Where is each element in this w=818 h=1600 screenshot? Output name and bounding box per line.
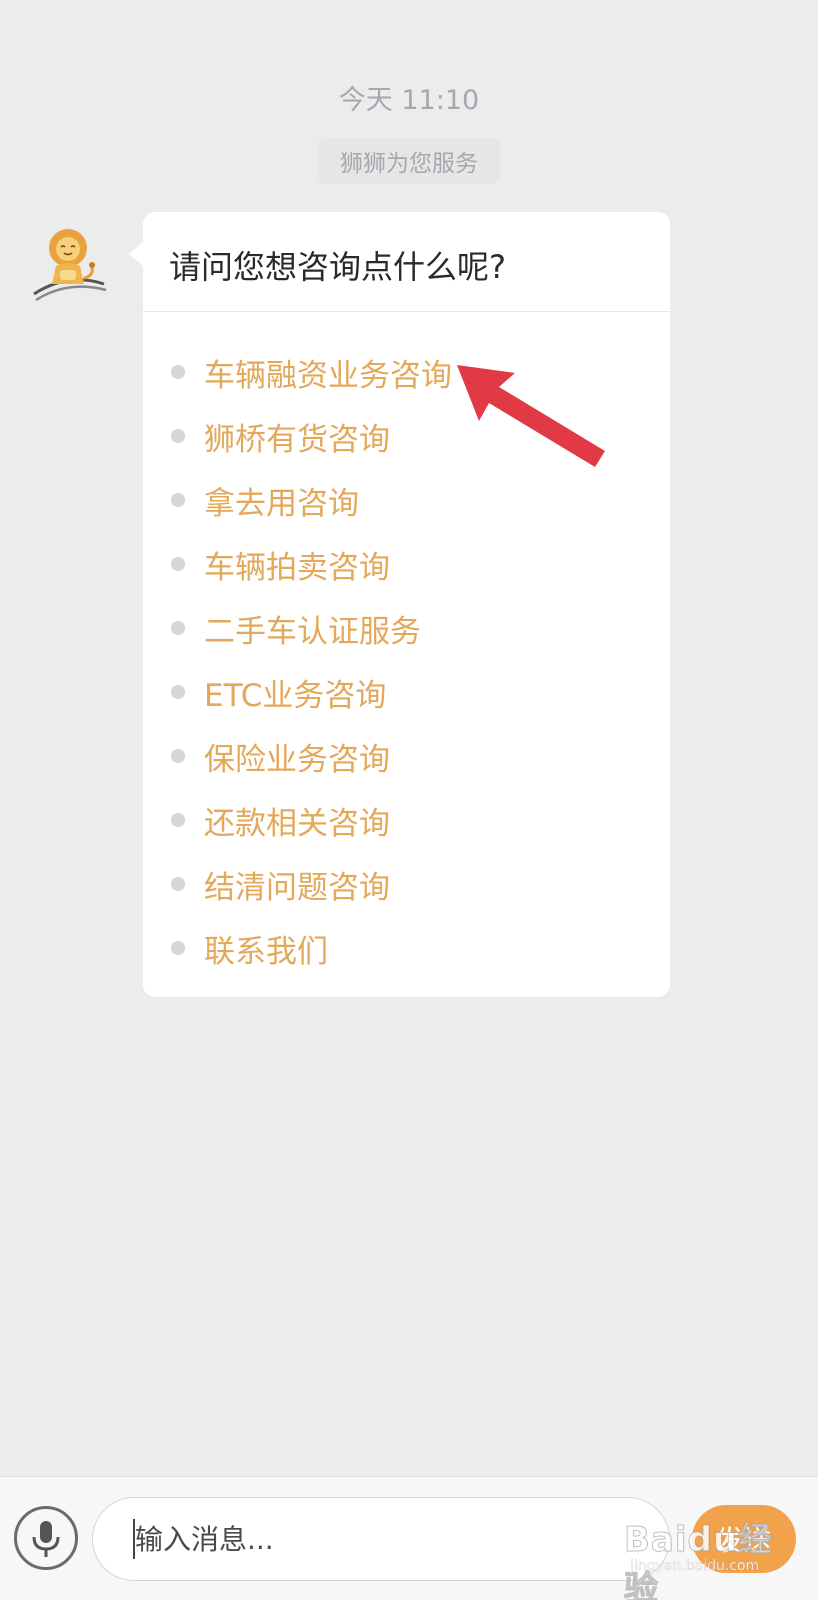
lion-mascot-icon: [33, 229, 107, 302]
message-timestamp: 今天 11:10: [338, 85, 480, 116]
quick-reply-option[interactable]: 拿去用咨询: [171, 468, 651, 532]
quick-reply-label: 车辆拍卖咨询: [204, 549, 390, 586]
quick-reply-label: 二手车认证服务: [204, 613, 421, 650]
microphone-icon: [32, 1521, 60, 1557]
quick-reply-option[interactable]: 结清问题咨询: [171, 852, 651, 916]
text-caret: [133, 1519, 135, 1559]
quick-reply-option[interactable]: 二手车认证服务: [171, 596, 651, 660]
quick-reply-label: 还款相关咨询: [204, 805, 390, 842]
bullet-dot-icon: [171, 621, 185, 635]
quick-reply-label: 保险业务咨询: [204, 741, 390, 778]
bullet-dot-icon: [171, 493, 185, 507]
quick-reply-label: 拿去用咨询: [204, 485, 359, 522]
quick-reply-label: 结清问题咨询: [204, 869, 390, 906]
quick-reply-option[interactable]: 还款相关咨询: [171, 788, 651, 852]
bullet-dot-icon: [171, 877, 185, 891]
system-notice: 狮狮为您服务: [318, 138, 500, 184]
bullet-dot-icon: [171, 429, 185, 443]
send-button[interactable]: 发送: [692, 1505, 796, 1573]
bot-question: 请问您想咨询点什么呢?: [169, 248, 506, 286]
message-input-bar: 发送: [0, 1476, 818, 1600]
quick-reply-option[interactable]: 保险业务咨询: [171, 724, 651, 788]
bullet-dot-icon: [171, 557, 185, 571]
bubble-divider: [143, 311, 670, 312]
bullet-dot-icon: [171, 685, 185, 699]
bubble-tail: [129, 242, 143, 266]
quick-reply-label: 车辆融资业务咨询: [204, 357, 452, 394]
chat-screen: 今天 11:10 狮狮为您服务 请问您想咨询点什么呢? 车辆融资业务咨询 狮桥有货…: [0, 0, 818, 1600]
quick-reply-label: 联系我们: [204, 933, 328, 970]
bullet-dot-icon: [171, 813, 185, 827]
quick-reply-option[interactable]: ETC业务咨询: [171, 660, 651, 724]
bot-avatar[interactable]: [28, 222, 114, 308]
bullet-dot-icon: [171, 365, 185, 379]
message-input[interactable]: [92, 1497, 670, 1581]
quick-reply-option[interactable]: 车辆拍卖咨询: [171, 532, 651, 596]
red-arrow-icon: [457, 365, 605, 467]
quick-reply-option[interactable]: 联系我们: [171, 916, 651, 980]
quick-reply-label: 狮桥有货咨询: [204, 421, 390, 458]
quick-reply-label: ETC业务咨询: [204, 677, 387, 714]
bot-message-bubble: 请问您想咨询点什么呢? 车辆融资业务咨询 狮桥有货咨询 拿去用咨询车辆拍卖咨询 二手车…: [129, 212, 670, 997]
bullet-dot-icon: [171, 749, 185, 763]
voice-input-button[interactable]: [14, 1506, 78, 1570]
bullet-dot-icon: [171, 941, 185, 955]
